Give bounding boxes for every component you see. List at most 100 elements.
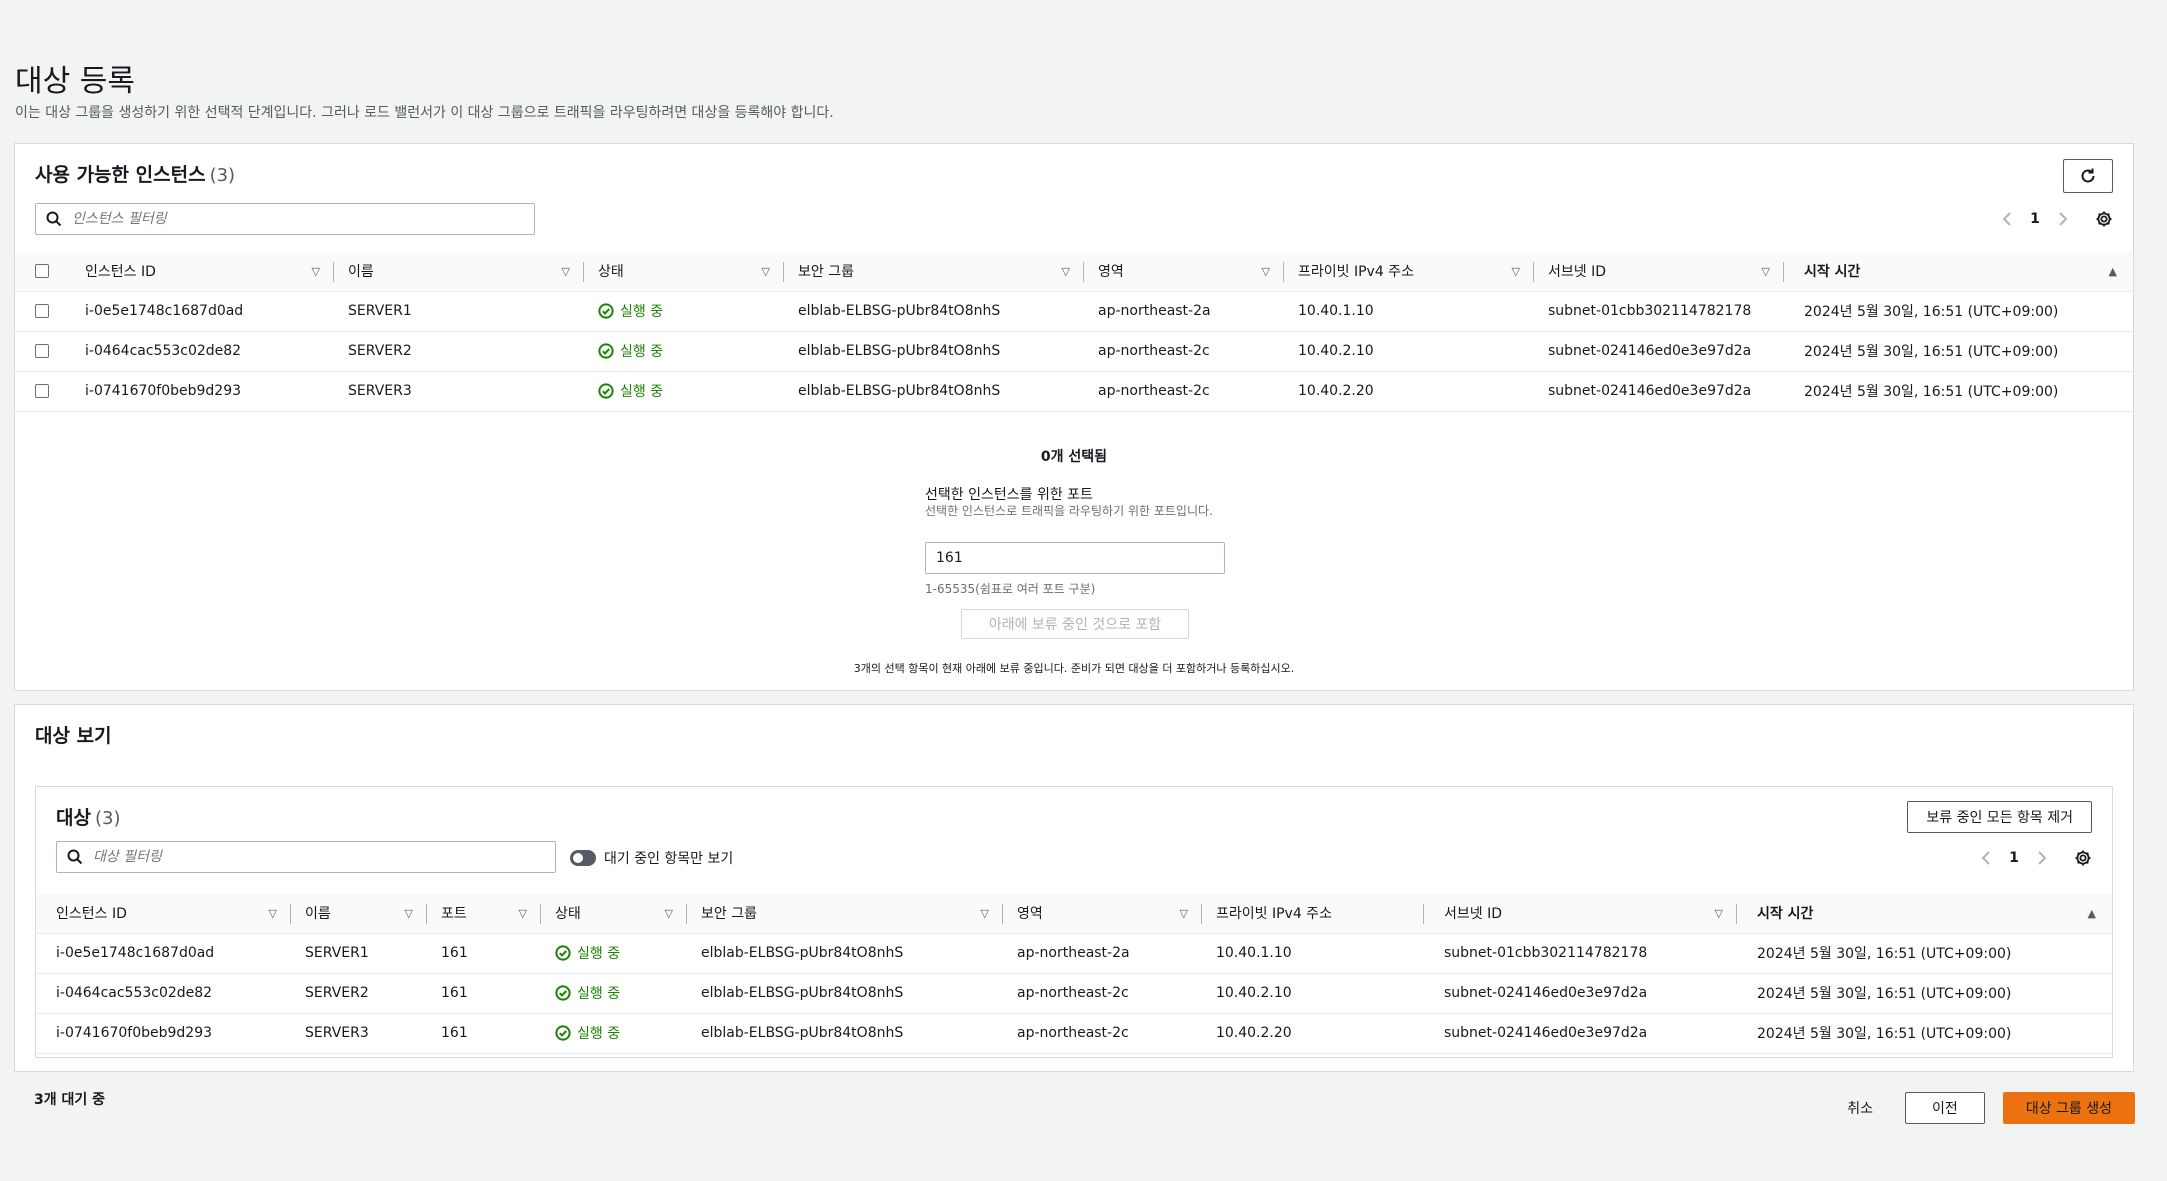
row-select-cell bbox=[15, 371, 85, 412]
col-launch-time[interactable]: 시작 시간 ▲ bbox=[1784, 252, 2133, 292]
prev-page-button[interactable] bbox=[1993, 212, 2021, 226]
col-instance-id[interactable]: 인스턴스 ID ▽ bbox=[85, 252, 334, 292]
sort-icon: ▽ bbox=[311, 264, 320, 278]
table-row[interactable]: i-0464cac553c02de82 SERVER2 161 실행 중 elblab-… bbox=[36, 973, 2112, 1014]
targets-pagination: 1 bbox=[1972, 849, 2092, 867]
table-row[interactable]: i-0741670f0beb9d293 SERVER3 161 실행 중 elblab-… bbox=[36, 1013, 2112, 1054]
previous-button[interactable]: 이전 bbox=[1905, 1092, 1985, 1124]
subnet-id-cell: subnet-024146ed0e3e97d2a bbox=[1424, 973, 1737, 1014]
subnet-id-cell: subnet-01cbb302114782178 bbox=[1424, 933, 1737, 974]
available-pagination: 1 bbox=[1993, 210, 2113, 228]
target-filter-input[interactable] bbox=[93, 849, 555, 865]
state-label: 실행 중 bbox=[577, 946, 621, 962]
state-label: 실행 중 bbox=[620, 344, 664, 360]
security-group-cell: elblab-ELBSG-pUbr84tO8nhS bbox=[784, 291, 1084, 332]
instance-filter-input[interactable] bbox=[72, 211, 534, 227]
col-security-group[interactable]: 보안 그룹 ▽ bbox=[784, 252, 1084, 292]
pending-only-toggle-wrap: 대기 중인 항목만 보기 bbox=[570, 848, 733, 868]
remove-all-pending-button[interactable]: 보류 중인 모든 항목 제거 bbox=[1907, 801, 2092, 833]
table-row[interactable]: i-0464cac553c02de82 SERVER2 실행 중 elblab-ELB… bbox=[15, 331, 2133, 372]
create-target-group-button[interactable]: 대상 그룹 생성 bbox=[2002, 1092, 2135, 1124]
launch-time-cell: 2024년 5월 30일, 16:51 (UTC+09:00) bbox=[1737, 1013, 2112, 1054]
private-ip-cell: 10.40.2.20 bbox=[1202, 1013, 1424, 1054]
sort-icon: ▽ bbox=[1061, 264, 1070, 278]
targets-table: 인스턴스 ID ▽ 이름 ▽ 포트 ▽ 상태 ▽ 보안 그룹 ▽ 영역 ▽ 프라이빗 IPv… bbox=[36, 894, 2112, 1054]
col-state[interactable]: 상태 ▽ bbox=[541, 894, 687, 934]
table-row[interactable]: i-0e5e1748c1687d0ad SERVER1 161 실행 중 elblab-… bbox=[36, 933, 2112, 974]
col-port[interactable]: 포트 ▽ bbox=[427, 894, 541, 934]
state-label: 실행 중 bbox=[620, 384, 664, 400]
state-label: 실행 중 bbox=[577, 1026, 621, 1042]
col-security-group[interactable]: 보안 그룹 ▽ bbox=[687, 894, 1003, 934]
port-cell: 161 bbox=[427, 973, 541, 1014]
row-checkbox[interactable] bbox=[35, 384, 49, 398]
instance-filter[interactable] bbox=[35, 203, 535, 235]
col-name[interactable]: 이름 ▽ bbox=[334, 252, 584, 292]
zone-cell: ap-northeast-2c bbox=[1084, 371, 1284, 412]
col-private-ip[interactable]: 프라이빗 IPv4 주소 ▽ bbox=[1284, 252, 1534, 292]
table-settings-button[interactable] bbox=[2074, 849, 2092, 867]
col-subnet-id[interactable]: 서브넷 ID ▽ bbox=[1534, 252, 1784, 292]
targets-title: 대상 bbox=[56, 807, 91, 829]
select-all-checkbox[interactable] bbox=[35, 264, 49, 279]
private-ip-cell: 10.40.1.10 bbox=[1202, 933, 1424, 974]
target-filter[interactable] bbox=[56, 841, 556, 873]
instance-id-cell: i-0e5e1748c1687d0ad bbox=[85, 291, 334, 332]
include-pending-button[interactable]: 아래에 보류 중인 것으로 포함 bbox=[961, 609, 1189, 639]
zone-cell: ap-northeast-2a bbox=[1003, 933, 1202, 974]
review-targets-panel: 대상 보기 대상(3) 보류 중인 모든 항목 제거 대기 중인 항목만 보기 … bbox=[14, 704, 2134, 1072]
security-group-cell: elblab-ELBSG-pUbr84tO8nhS bbox=[687, 933, 1003, 974]
chevron-left-icon bbox=[2002, 212, 2011, 226]
state-label: 실행 중 bbox=[577, 986, 621, 1002]
targets-container: 대상(3) 보류 중인 모든 항목 제거 대기 중인 항목만 보기 1 bbox=[35, 786, 2113, 1058]
row-checkbox[interactable] bbox=[35, 304, 49, 318]
port-input[interactable] bbox=[925, 542, 1225, 574]
sort-icon: ▽ bbox=[1714, 906, 1723, 920]
check-circle-icon bbox=[555, 1025, 571, 1041]
sort-icon: ▽ bbox=[1761, 264, 1770, 278]
private-ip-cell: 10.40.2.20 bbox=[1284, 371, 1534, 412]
cancel-button[interactable]: 취소 bbox=[1833, 1098, 1887, 1118]
port-cell: 161 bbox=[427, 1013, 541, 1054]
state-cell: 실행 중 bbox=[541, 933, 687, 974]
prev-page-button[interactable] bbox=[1972, 851, 2000, 865]
col-name[interactable]: 이름 ▽ bbox=[291, 894, 427, 934]
instance-id-cell: i-0464cac553c02de82 bbox=[36, 973, 291, 1014]
next-page-button[interactable] bbox=[2028, 851, 2056, 865]
check-circle-icon bbox=[598, 343, 614, 359]
chevron-right-icon bbox=[2059, 212, 2068, 226]
name-cell: SERVER2 bbox=[291, 973, 427, 1014]
launch-time-cell: 2024년 5월 30일, 16:51 (UTC+09:00) bbox=[1784, 331, 2133, 372]
next-page-button[interactable] bbox=[2049, 212, 2077, 226]
chevron-left-icon bbox=[1981, 851, 1990, 865]
page-title: 대상 등록 bbox=[15, 64, 135, 99]
table-row[interactable]: i-0741670f0beb9d293 SERVER3 실행 중 elblab-ELB… bbox=[15, 371, 2133, 412]
pending-only-label: 대기 중인 항목만 보기 bbox=[604, 851, 734, 867]
col-zone[interactable]: 영역 ▽ bbox=[1084, 252, 1284, 292]
sort-icon: ▽ bbox=[664, 906, 673, 920]
pending-count: 3개 대기 중 bbox=[34, 1092, 106, 1108]
table-settings-button[interactable] bbox=[2095, 210, 2113, 228]
security-group-cell: elblab-ELBSG-pUbr84tO8nhS bbox=[784, 331, 1084, 372]
page-number[interactable]: 1 bbox=[2021, 211, 2049, 227]
col-subnet-id[interactable]: 서브넷 ID ▽ bbox=[1424, 894, 1737, 934]
col-launch-time[interactable]: 시작 시간 ▲ bbox=[1737, 894, 2112, 934]
row-checkbox[interactable] bbox=[35, 344, 49, 358]
sort-ascending-icon: ▲ bbox=[2087, 906, 2096, 920]
state-cell: 실행 중 bbox=[584, 291, 784, 332]
check-circle-icon bbox=[555, 985, 571, 1001]
subnet-id-cell: subnet-024146ed0e3e97d2a bbox=[1424, 1013, 1737, 1054]
col-private-ip[interactable]: 프라이빗 IPv4 주소 bbox=[1202, 894, 1424, 934]
refresh-button[interactable] bbox=[2063, 159, 2113, 193]
available-table-header: 인스턴스 ID ▽ 이름 ▽ 상태 ▽ 보안 그룹 ▽ 영역 ▽ 프라이빗 IPv4 주소… bbox=[15, 252, 2133, 292]
table-row[interactable]: i-0e5e1748c1687d0ad SERVER1 실행 중 elblab-ELB… bbox=[15, 291, 2133, 332]
check-circle-icon bbox=[598, 303, 614, 319]
col-instance-id[interactable]: 인스턴스 ID ▽ bbox=[36, 894, 291, 934]
subnet-id-cell: subnet-024146ed0e3e97d2a bbox=[1534, 371, 1784, 412]
state-cell: 실행 중 bbox=[541, 1013, 687, 1054]
col-state[interactable]: 상태 ▽ bbox=[584, 252, 784, 292]
zone-cell: ap-northeast-2c bbox=[1003, 973, 1202, 1014]
pending-only-toggle[interactable] bbox=[570, 850, 596, 866]
col-zone[interactable]: 영역 ▽ bbox=[1003, 894, 1202, 934]
page-number[interactable]: 1 bbox=[2000, 850, 2028, 866]
